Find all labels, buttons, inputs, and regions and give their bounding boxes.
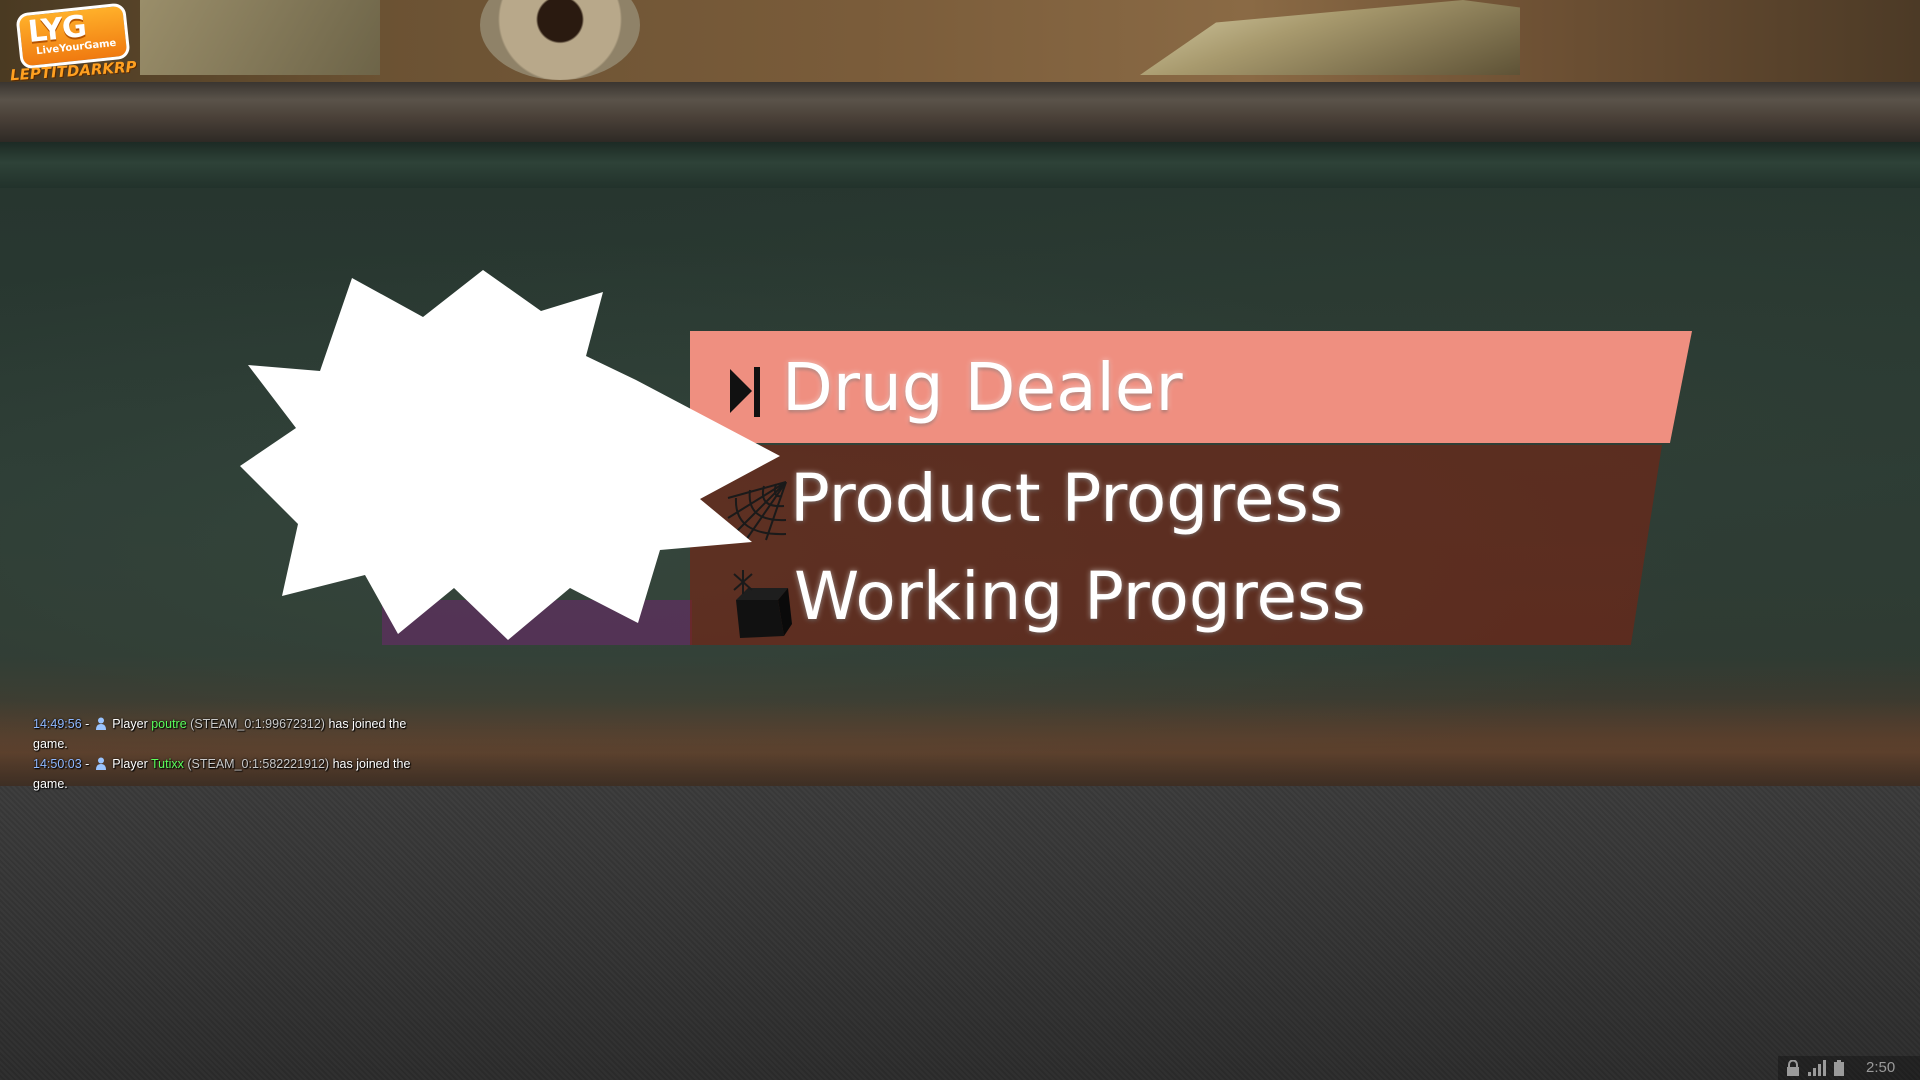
tray-clock: 2:50: [1866, 1059, 1896, 1076]
chat-separator: -: [85, 717, 90, 731]
menu-item-label: Product Progress: [790, 460, 1344, 537]
chat-box: 14:49:56 - Player poutre (STEAM_0:1:9967…: [33, 714, 433, 794]
chat-steam-id: (STEAM_0:1:99672312): [190, 717, 325, 731]
background-ceiling: [0, 0, 1920, 82]
background-box: [140, 0, 380, 75]
dumpster-lip: [0, 142, 1920, 188]
game-viewport: LYG LiveYourGame LEPTITDARKRP Drug Deale…: [0, 0, 1920, 1080]
chat-player-name: Tutixx: [150, 757, 184, 771]
chat-message: 14:49:56 - Player poutre (STEAM_0:1:9967…: [33, 714, 433, 754]
starburst-graphic: [240, 270, 780, 640]
chat-timestamp: 14:49:56: [33, 717, 82, 731]
chat-message: 14:50:03 - Player Tutixx (STEAM_0:1:5822…: [33, 754, 433, 794]
chat-timestamp: 14:50:03: [33, 757, 82, 771]
chat-prefix: Player: [112, 757, 148, 771]
dumpster-rim: [0, 82, 1920, 142]
person-icon: [95, 717, 106, 730]
menu-item-working-progress[interactable]: Working Progress: [690, 560, 1590, 650]
menu-item-label: Drug Dealer: [782, 349, 1183, 426]
lock-icon: [1787, 1060, 1799, 1076]
chat-prefix: Player: [112, 717, 148, 731]
menu-item-drug-dealer[interactable]: Drug Dealer: [690, 331, 1692, 443]
server-logo: LYG LiveYourGame LEPTITDARKRP: [10, 2, 140, 84]
chat-player-name: poutre: [151, 717, 187, 731]
chat-separator: -: [85, 757, 90, 771]
battery-icon: [1834, 1060, 1844, 1076]
signal-icon: [1808, 1060, 1826, 1076]
menu-item-product-progress[interactable]: Product Progress: [690, 460, 1590, 550]
menu-item-label: Working Progress: [794, 558, 1366, 635]
person-icon: [95, 757, 106, 770]
system-tray: 2:50: [1778, 1056, 1920, 1080]
background-shelf: [1140, 0, 1520, 75]
chat-steam-id: (STEAM_0:1:582221912): [187, 757, 330, 771]
background-paper-roll: [480, 0, 640, 80]
ground: [0, 786, 1920, 1080]
